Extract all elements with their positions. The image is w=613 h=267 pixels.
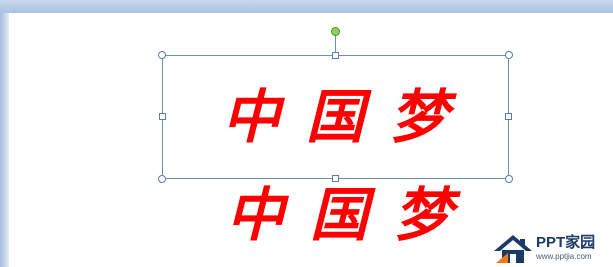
slide-text-copy[interactable]: 中国梦 [226,186,478,244]
watermark-brand: PPT家园 [536,234,596,251]
slide-panel-edge [0,13,9,267]
slide-text-main[interactable]: 中国梦 [222,88,474,146]
rotate-handle[interactable] [331,27,340,36]
resize-handle-left[interactable] [159,113,166,120]
resize-handle-right[interactable] [505,113,512,120]
window-top-bar [0,0,613,13]
resize-handle-top[interactable] [332,52,339,59]
resize-handle-bottom-right[interactable] [505,175,513,183]
resize-handle-top-left[interactable] [158,51,166,59]
watermark-url: www.pptjia.com [536,252,592,261]
resize-handle-bottom-left[interactable] [158,175,166,183]
house-logo-icon [494,235,532,263]
resize-handle-top-right[interactable] [505,51,513,59]
watermark-logo: PPT家园 www.pptjia.com [492,232,613,267]
